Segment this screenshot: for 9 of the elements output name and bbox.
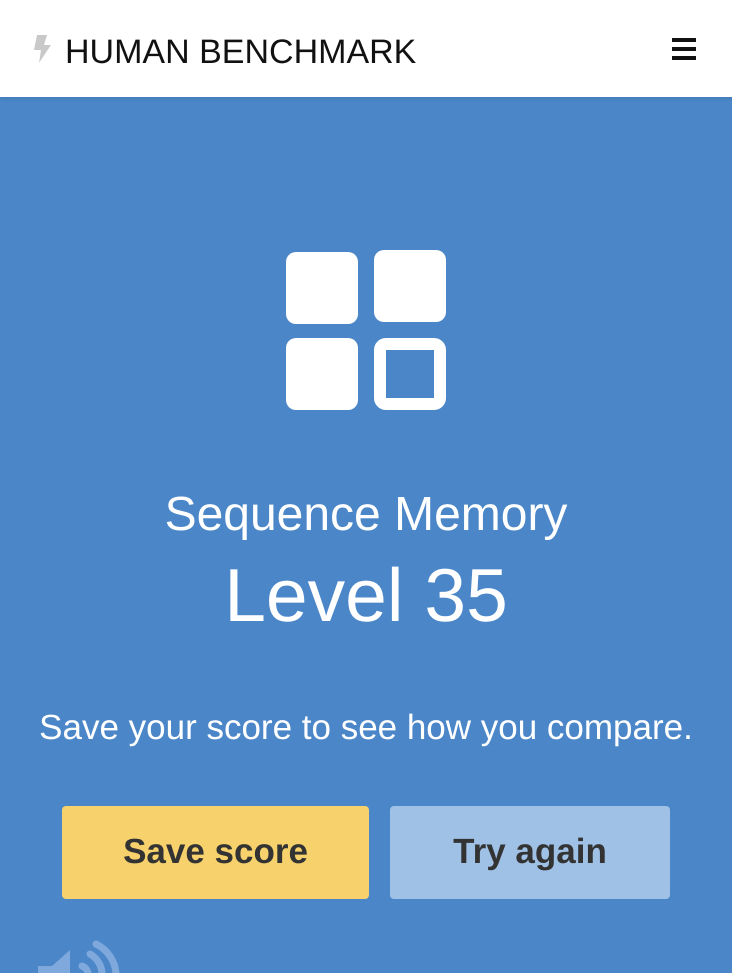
score-level: Level 35 [224, 552, 508, 639]
test-name: Sequence Memory [164, 487, 568, 543]
save-prompt-text: Save your score to see how you compare. [39, 706, 693, 749]
lightning-bolt-icon [33, 34, 51, 62]
grid-squares-icon [286, 250, 446, 410]
menu-icon[interactable] [672, 38, 696, 60]
save-score-button[interactable]: Save score [62, 806, 369, 899]
try-again-button[interactable]: Try again [390, 806, 670, 899]
site-logo-text[interactable]: HUMAN BENCHMARK [65, 28, 416, 68]
